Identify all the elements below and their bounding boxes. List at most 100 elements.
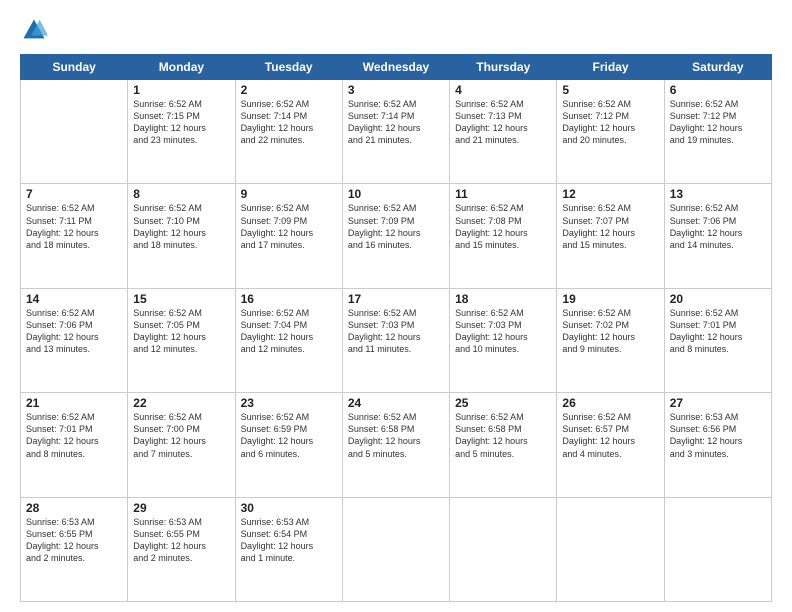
day-number: 29 — [133, 501, 229, 515]
calendar: SundayMondayTuesdayWednesdayThursdayFrid… — [20, 54, 772, 602]
day-number: 23 — [241, 396, 337, 410]
cal-cell: 30Sunrise: 6:53 AM Sunset: 6:54 PM Dayli… — [235, 497, 342, 601]
day-number: 22 — [133, 396, 229, 410]
day-number: 28 — [26, 501, 122, 515]
cal-cell — [450, 497, 557, 601]
cal-cell: 5Sunrise: 6:52 AM Sunset: 7:12 PM Daylig… — [557, 80, 664, 184]
day-number: 3 — [348, 83, 444, 97]
cal-cell: 25Sunrise: 6:52 AM Sunset: 6:58 PM Dayli… — [450, 393, 557, 497]
cell-info: Sunrise: 6:52 AM Sunset: 7:09 PM Dayligh… — [348, 202, 444, 251]
cal-cell — [557, 497, 664, 601]
day-header-friday: Friday — [557, 55, 664, 80]
cal-cell: 28Sunrise: 6:53 AM Sunset: 6:55 PM Dayli… — [21, 497, 128, 601]
cell-info: Sunrise: 6:52 AM Sunset: 7:03 PM Dayligh… — [455, 307, 551, 356]
day-number: 1 — [133, 83, 229, 97]
day-number: 5 — [562, 83, 658, 97]
cell-info: Sunrise: 6:52 AM Sunset: 7:02 PM Dayligh… — [562, 307, 658, 356]
day-number: 6 — [670, 83, 766, 97]
day-header-saturday: Saturday — [664, 55, 771, 80]
cal-cell: 8Sunrise: 6:52 AM Sunset: 7:10 PM Daylig… — [128, 184, 235, 288]
cal-cell: 15Sunrise: 6:52 AM Sunset: 7:05 PM Dayli… — [128, 288, 235, 392]
cal-cell: 24Sunrise: 6:52 AM Sunset: 6:58 PM Dayli… — [342, 393, 449, 497]
day-number: 13 — [670, 187, 766, 201]
cell-info: Sunrise: 6:52 AM Sunset: 7:09 PM Dayligh… — [241, 202, 337, 251]
week-row-3: 14Sunrise: 6:52 AM Sunset: 7:06 PM Dayli… — [21, 288, 772, 392]
day-number: 25 — [455, 396, 551, 410]
cell-info: Sunrise: 6:52 AM Sunset: 7:14 PM Dayligh… — [241, 98, 337, 147]
cal-cell: 17Sunrise: 6:52 AM Sunset: 7:03 PM Dayli… — [342, 288, 449, 392]
cal-cell: 10Sunrise: 6:52 AM Sunset: 7:09 PM Dayli… — [342, 184, 449, 288]
cal-cell: 3Sunrise: 6:52 AM Sunset: 7:14 PM Daylig… — [342, 80, 449, 184]
cal-cell: 7Sunrise: 6:52 AM Sunset: 7:11 PM Daylig… — [21, 184, 128, 288]
cal-cell: 29Sunrise: 6:53 AM Sunset: 6:55 PM Dayli… — [128, 497, 235, 601]
cal-cell — [21, 80, 128, 184]
cal-cell: 19Sunrise: 6:52 AM Sunset: 7:02 PM Dayli… — [557, 288, 664, 392]
cell-info: Sunrise: 6:52 AM Sunset: 7:12 PM Dayligh… — [670, 98, 766, 147]
day-number: 30 — [241, 501, 337, 515]
cal-cell: 21Sunrise: 6:52 AM Sunset: 7:01 PM Dayli… — [21, 393, 128, 497]
day-number: 26 — [562, 396, 658, 410]
cell-info: Sunrise: 6:52 AM Sunset: 7:05 PM Dayligh… — [133, 307, 229, 356]
cell-info: Sunrise: 6:52 AM Sunset: 7:13 PM Dayligh… — [455, 98, 551, 147]
day-number: 21 — [26, 396, 122, 410]
cal-cell: 2Sunrise: 6:52 AM Sunset: 7:14 PM Daylig… — [235, 80, 342, 184]
day-number: 4 — [455, 83, 551, 97]
cell-info: Sunrise: 6:53 AM Sunset: 6:54 PM Dayligh… — [241, 516, 337, 565]
day-number: 19 — [562, 292, 658, 306]
day-number: 7 — [26, 187, 122, 201]
day-number: 16 — [241, 292, 337, 306]
cal-cell: 4Sunrise: 6:52 AM Sunset: 7:13 PM Daylig… — [450, 80, 557, 184]
day-header-wednesday: Wednesday — [342, 55, 449, 80]
cell-info: Sunrise: 6:52 AM Sunset: 7:12 PM Dayligh… — [562, 98, 658, 147]
week-row-2: 7Sunrise: 6:52 AM Sunset: 7:11 PM Daylig… — [21, 184, 772, 288]
day-number: 17 — [348, 292, 444, 306]
cal-cell: 27Sunrise: 6:53 AM Sunset: 6:56 PM Dayli… — [664, 393, 771, 497]
cal-cell: 14Sunrise: 6:52 AM Sunset: 7:06 PM Dayli… — [21, 288, 128, 392]
logo — [20, 16, 52, 44]
cell-info: Sunrise: 6:52 AM Sunset: 7:10 PM Dayligh… — [133, 202, 229, 251]
logo-icon — [20, 16, 48, 44]
day-header-thursday: Thursday — [450, 55, 557, 80]
cell-info: Sunrise: 6:52 AM Sunset: 7:03 PM Dayligh… — [348, 307, 444, 356]
cal-cell: 16Sunrise: 6:52 AM Sunset: 7:04 PM Dayli… — [235, 288, 342, 392]
cell-info: Sunrise: 6:52 AM Sunset: 7:08 PM Dayligh… — [455, 202, 551, 251]
cell-info: Sunrise: 6:52 AM Sunset: 6:59 PM Dayligh… — [241, 411, 337, 460]
day-number: 15 — [133, 292, 229, 306]
cell-info: Sunrise: 6:52 AM Sunset: 7:06 PM Dayligh… — [670, 202, 766, 251]
cell-info: Sunrise: 6:52 AM Sunset: 6:58 PM Dayligh… — [455, 411, 551, 460]
day-number: 9 — [241, 187, 337, 201]
page: SundayMondayTuesdayWednesdayThursdayFrid… — [0, 0, 792, 612]
cal-cell: 12Sunrise: 6:52 AM Sunset: 7:07 PM Dayli… — [557, 184, 664, 288]
cell-info: Sunrise: 6:53 AM Sunset: 6:55 PM Dayligh… — [26, 516, 122, 565]
cal-cell — [664, 497, 771, 601]
cell-info: Sunrise: 6:52 AM Sunset: 7:15 PM Dayligh… — [133, 98, 229, 147]
cal-cell: 23Sunrise: 6:52 AM Sunset: 6:59 PM Dayli… — [235, 393, 342, 497]
cell-info: Sunrise: 6:52 AM Sunset: 6:57 PM Dayligh… — [562, 411, 658, 460]
cal-cell: 6Sunrise: 6:52 AM Sunset: 7:12 PM Daylig… — [664, 80, 771, 184]
cell-info: Sunrise: 6:52 AM Sunset: 7:14 PM Dayligh… — [348, 98, 444, 147]
cell-info: Sunrise: 6:52 AM Sunset: 7:01 PM Dayligh… — [26, 411, 122, 460]
cell-info: Sunrise: 6:52 AM Sunset: 7:06 PM Dayligh… — [26, 307, 122, 356]
day-number: 2 — [241, 83, 337, 97]
day-number: 12 — [562, 187, 658, 201]
day-number: 14 — [26, 292, 122, 306]
cal-cell: 9Sunrise: 6:52 AM Sunset: 7:09 PM Daylig… — [235, 184, 342, 288]
cell-info: Sunrise: 6:52 AM Sunset: 7:04 PM Dayligh… — [241, 307, 337, 356]
day-number: 27 — [670, 396, 766, 410]
cal-cell: 26Sunrise: 6:52 AM Sunset: 6:57 PM Dayli… — [557, 393, 664, 497]
cal-cell: 18Sunrise: 6:52 AM Sunset: 7:03 PM Dayli… — [450, 288, 557, 392]
cal-cell — [342, 497, 449, 601]
cal-cell: 13Sunrise: 6:52 AM Sunset: 7:06 PM Dayli… — [664, 184, 771, 288]
cal-cell: 22Sunrise: 6:52 AM Sunset: 7:00 PM Dayli… — [128, 393, 235, 497]
cell-info: Sunrise: 6:53 AM Sunset: 6:55 PM Dayligh… — [133, 516, 229, 565]
calendar-table: SundayMondayTuesdayWednesdayThursdayFrid… — [20, 54, 772, 602]
day-header-tuesday: Tuesday — [235, 55, 342, 80]
day-number: 20 — [670, 292, 766, 306]
week-row-5: 28Sunrise: 6:53 AM Sunset: 6:55 PM Dayli… — [21, 497, 772, 601]
cal-cell: 20Sunrise: 6:52 AM Sunset: 7:01 PM Dayli… — [664, 288, 771, 392]
header — [20, 16, 772, 44]
cell-info: Sunrise: 6:52 AM Sunset: 7:00 PM Dayligh… — [133, 411, 229, 460]
week-row-4: 21Sunrise: 6:52 AM Sunset: 7:01 PM Dayli… — [21, 393, 772, 497]
cell-info: Sunrise: 6:52 AM Sunset: 7:11 PM Dayligh… — [26, 202, 122, 251]
week-row-1: 1Sunrise: 6:52 AM Sunset: 7:15 PM Daylig… — [21, 80, 772, 184]
